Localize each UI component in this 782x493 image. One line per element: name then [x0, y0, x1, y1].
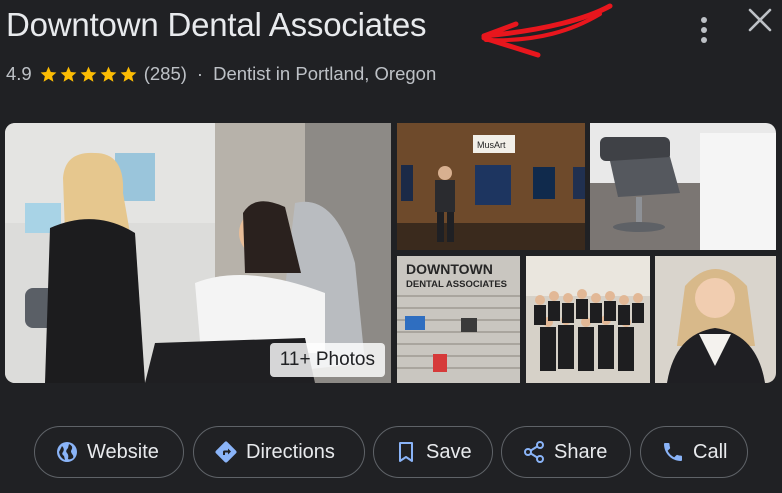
- rating-value: 4.9: [6, 63, 32, 84]
- sign-line-2: DENTAL ASSOCIATES: [406, 279, 507, 290]
- separator-dot: ·: [196, 63, 204, 84]
- phone-icon: [664, 443, 682, 461]
- photo-gallery-wall[interactable]: MusArt: [397, 123, 585, 250]
- share-icon: [524, 441, 544, 463]
- photo-front-door[interactable]: DOWNTOWN DENTAL ASSOCIATES: [397, 256, 520, 383]
- star-icon: [40, 66, 57, 82]
- star-icon: [100, 66, 117, 82]
- photo-dental-chair[interactable]: [590, 123, 776, 250]
- business-name: Downtown Dental Associates: [6, 6, 427, 43]
- staff-portrait-photo: [655, 256, 776, 383]
- office-door-photo: DOWNTOWN DENTAL ASSOCIATES: [397, 256, 520, 383]
- photo-main[interactable]: 11+ Photos: [5, 123, 391, 383]
- business-category: Dentist in Portland, Oregon: [213, 63, 437, 84]
- website-label: Website: [87, 440, 159, 463]
- photo-count-badge[interactable]: 11+ Photos: [269, 343, 385, 377]
- bookmark-icon: [399, 442, 413, 462]
- wall-sign-text: MusArt: [477, 140, 506, 150]
- star-icon: [60, 66, 77, 82]
- sign-line-1: DOWNTOWN: [406, 261, 493, 277]
- dental-chair-photo: [590, 123, 776, 250]
- website-button[interactable]: Website: [34, 426, 184, 478]
- photo-portrait[interactable]: [655, 256, 776, 383]
- team-photo: [526, 256, 650, 383]
- share-label: Share: [554, 440, 608, 463]
- photo-team[interactable]: [526, 256, 650, 383]
- globe-icon: [57, 442, 77, 462]
- save-button[interactable]: Save: [373, 426, 493, 478]
- call-button[interactable]: Call: [640, 426, 748, 478]
- annotation-arrow: [481, 3, 613, 58]
- star-icon: [120, 66, 137, 82]
- save-label: Save: [426, 440, 472, 463]
- more-options-icon[interactable]: [694, 14, 714, 46]
- share-button[interactable]: Share: [501, 426, 631, 478]
- directions-label: Directions: [246, 440, 335, 463]
- rating-row: 4.9 (285) · Dentist in Portland, Oregon: [6, 61, 436, 87]
- review-count[interactable]: (285): [144, 63, 187, 85]
- close-icon[interactable]: [746, 6, 774, 34]
- star-rating: [39, 65, 139, 84]
- directions-icon: [215, 441, 237, 463]
- call-label: Call: [693, 440, 728, 463]
- directions-button[interactable]: Directions: [193, 426, 365, 478]
- star-icon: [80, 66, 97, 82]
- art-gallery-photo: MusArt: [397, 123, 585, 250]
